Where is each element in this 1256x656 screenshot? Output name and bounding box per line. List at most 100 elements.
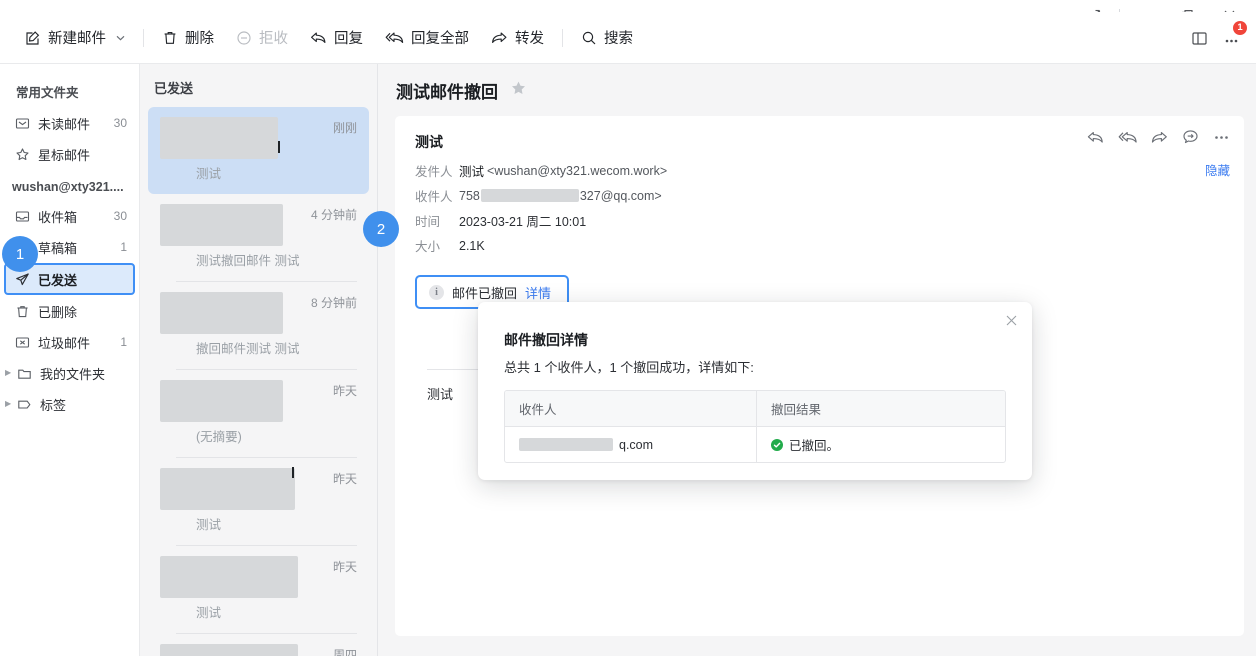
reply-all-label: 回复全部 (411, 27, 469, 48)
reply-all-icon (385, 30, 404, 46)
reply-icon (310, 30, 327, 46)
star-icon[interactable] (510, 80, 527, 102)
mail-list-item-5[interactable]: 昨天 测试 (148, 546, 369, 633)
unread-mail-icon (14, 116, 31, 131)
cell-recipient: q.com (505, 427, 757, 462)
sidebar-label-spam: 垃圾邮件 (38, 333, 116, 352)
mail-time-1: 4 分钟前 (311, 204, 357, 223)
mail-list-item-1[interactable]: 4 分钟前 测试撤回邮件 测试 (148, 194, 369, 281)
search-button[interactable]: 搜索 (570, 21, 644, 54)
meta-row-time: 时间 2023-03-21 周二 10:01 (415, 211, 1224, 230)
sidebar-item-spam[interactable]: 垃圾邮件 1 (4, 327, 135, 357)
chevron-right-icon[interactable]: ▶ (5, 369, 11, 377)
to-address-prefix: 758 (459, 189, 480, 203)
step-badge-2: 2 (363, 211, 399, 247)
sidebar-item-inbox[interactable]: 收件箱 30 (4, 201, 135, 231)
sidebar-label-drafts: 草稿箱 (38, 238, 116, 257)
mail-snippet-2: 撤回邮件测试 测试 (160, 338, 357, 357)
new-mail-button[interactable]: 新建邮件 (14, 21, 136, 54)
comment-arrow-icon[interactable] (1182, 129, 1199, 145)
mail-list-item-4[interactable]: 昨天 测试 (148, 458, 369, 545)
new-mail-label: 新建邮件 (48, 27, 106, 48)
sidebar-item-tags[interactable]: ▶ 标签 (4, 389, 135, 419)
sidebar-label-unread: 未读邮件 (38, 114, 110, 133)
spam-icon (14, 335, 31, 350)
sidebar-group-title: 常用文件夹 (0, 74, 139, 107)
redacted-sender-4 (160, 468, 295, 510)
mail-list-item-2[interactable]: 8 分钟前 撤回邮件测试 测试 (148, 282, 369, 369)
delete-button[interactable]: 删除 (151, 21, 225, 54)
sidebar-item-unread[interactable]: 未读邮件 30 (4, 108, 135, 138)
redacted-sender-2 (160, 292, 283, 334)
layout-panel-icon[interactable] (1184, 23, 1214, 53)
reply-icon[interactable] (1087, 130, 1104, 145)
redacted-sender-6 (160, 644, 298, 656)
search-label: 搜索 (604, 27, 633, 48)
recipient-suffix: q.com (619, 438, 653, 452)
sidebar-label-my-folders: 我的文件夹 (40, 364, 127, 383)
reject-icon (236, 30, 252, 46)
sent-icon (14, 272, 31, 287)
close-icon[interactable] (1002, 311, 1020, 329)
cell-result: 已撤回。 (757, 427, 1005, 462)
reply-all-button[interactable]: 回复全部 (374, 21, 480, 54)
sidebar-item-deleted[interactable]: 已删除 (4, 296, 135, 326)
redacted-sender-0 (160, 117, 278, 159)
meta-key-time: 时间 (415, 211, 459, 230)
mail-time-2: 8 分钟前 (311, 292, 357, 311)
mail-snippet-1: 测试撤回邮件 测试 (160, 250, 357, 269)
info-icon: i (429, 285, 444, 300)
sidebar-account[interactable]: wushan@xty321.... (0, 170, 139, 200)
search-icon (581, 30, 597, 46)
meta-row-size: 大小 2.1K (415, 236, 1224, 255)
trash-icon (162, 30, 178, 46)
toolbar-divider-2 (562, 29, 563, 47)
column-header-recipient: 收件人 (505, 391, 757, 426)
more-horizontal-icon[interactable]: 1 (1216, 23, 1246, 53)
mail-list-item-3[interactable]: 昨天 (无摘要) (148, 370, 369, 457)
meta-value-time: 2023-03-21 周二 10:01 (459, 211, 586, 230)
meta-key-from: 发件人 (415, 161, 459, 180)
sidebar-item-starred[interactable]: 星标邮件 (4, 139, 135, 169)
mail-list-item-0[interactable]: 刚刚 测试 (148, 107, 369, 194)
redacted-recipient (481, 189, 579, 202)
reply-all-icon[interactable] (1118, 130, 1137, 145)
hide-details-link[interactable]: 隐藏 (1205, 160, 1230, 179)
star-icon (14, 147, 31, 162)
chevron-right-icon-2[interactable]: ▶ (5, 400, 11, 408)
forward-icon[interactable] (1151, 130, 1168, 145)
recall-results-table: 收件人 撤回结果 q.com 已撤回。 (504, 390, 1006, 463)
mail-time-4: 昨天 (333, 468, 357, 487)
meta-key-to: 收件人 (415, 186, 459, 205)
toolbar-right-actions: 1 (1184, 12, 1246, 64)
modal-subtitle: 总共 1 个收件人，1 个撤回成功，详情如下: (478, 350, 1032, 376)
more-horizontal-icon[interactable] (1213, 130, 1230, 145)
trash-icon (14, 304, 31, 319)
mail-time-5: 昨天 (333, 556, 357, 575)
main-toolbar: 新建邮件 删除 拒收 (0, 12, 1256, 64)
sidebar-label-sent: 已发送 (38, 270, 123, 289)
forward-icon (491, 30, 508, 46)
compose-icon (25, 30, 41, 46)
step-badge-2-label: 2 (377, 221, 385, 238)
reject-button: 拒收 (225, 21, 299, 54)
redaction-artifact-0 (278, 141, 280, 153)
sidebar-label-tags: 标签 (40, 395, 127, 414)
mail-list-item-6[interactable]: 周四 发送邮件需要回执 测试 (148, 634, 369, 656)
forward-button[interactable]: 转发 (480, 21, 555, 54)
sidebar-count-unread: 30 (114, 116, 127, 130)
reject-label: 拒收 (259, 27, 288, 48)
reply-button[interactable]: 回复 (299, 21, 374, 54)
meta-value-size: 2.1K (459, 239, 485, 253)
sidebar-label-deleted: 已删除 (38, 302, 123, 321)
sidebar-item-my-folders[interactable]: ▶ 我的文件夹 (4, 358, 135, 388)
mail-subject-bar: 测试邮件撤回 (378, 64, 1256, 116)
chevron-down-icon[interactable] (116, 35, 125, 41)
redacted-recipient-address (519, 438, 613, 451)
meta-value-from: 测试 <wushan@xty321.wecom.work> (459, 161, 667, 180)
step-badge-1-label: 1 (16, 246, 24, 263)
meta-row-from: 发件人 测试 <wushan@xty321.wecom.work> (415, 161, 1224, 180)
sidebar-label-starred: 星标邮件 (38, 145, 123, 164)
recall-details-link[interactable]: 详情 (525, 283, 551, 302)
mail-snippet-3: (无摘要) (160, 426, 357, 445)
